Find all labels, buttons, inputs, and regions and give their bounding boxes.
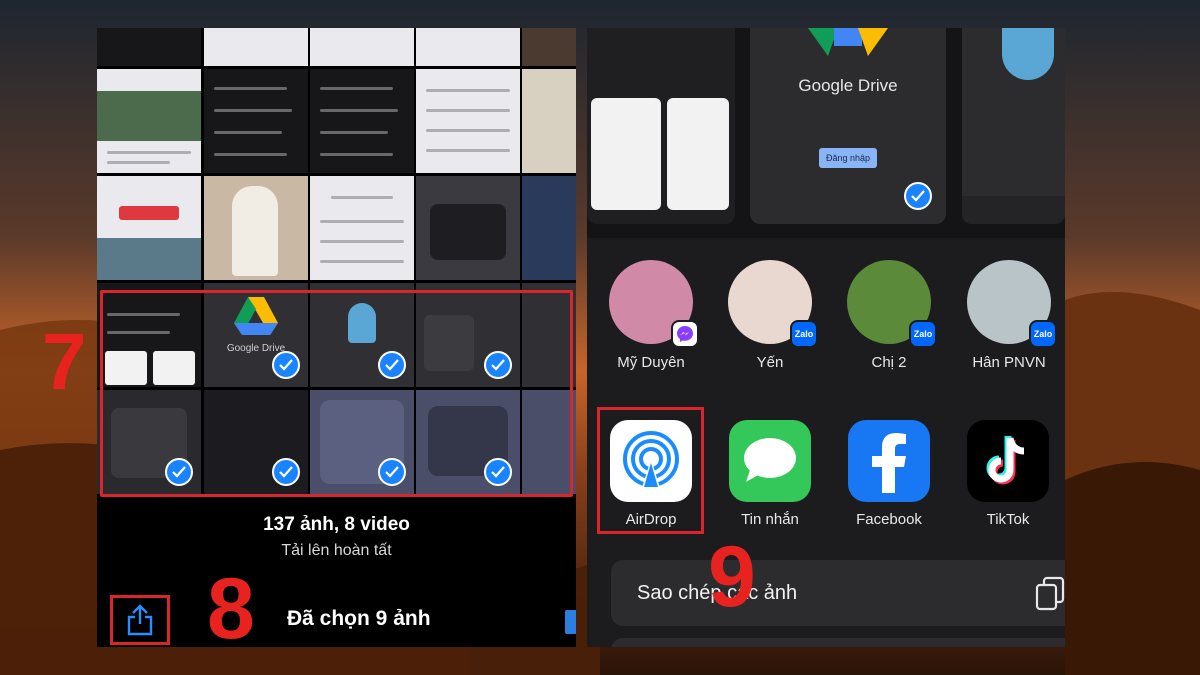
- messenger-icon: [671, 320, 699, 348]
- avatar: [609, 260, 699, 348]
- airdrop-highlight-frame: [597, 407, 704, 534]
- contact-name: Chị 2: [871, 354, 907, 371]
- preview-card-google-drive: Google Drive Đăng nhập: [750, 28, 946, 224]
- photo-thumbnail[interactable]: [204, 69, 308, 173]
- avatar: Zalo: [728, 260, 818, 348]
- photo-thumbnail[interactable]: [522, 69, 576, 173]
- share-contact-my-duyen[interactable]: Mỹ Duyên: [596, 260, 706, 371]
- share-sheet-panel: Google Drive Đăng nhập Mỹ Duyên Zalo Yến…: [587, 28, 1065, 647]
- preview-card: [587, 28, 735, 224]
- avatar: Zalo: [967, 260, 1057, 348]
- zalo-icon: Zalo: [790, 320, 818, 348]
- copy-photos-action[interactable]: Sao chép các ảnh: [611, 560, 1065, 626]
- photo-thumbnail[interactable]: [97, 28, 201, 66]
- share-contact-han-pnvn[interactable]: Zalo Hân PNVN: [954, 260, 1064, 371]
- share-app-tiktok[interactable]: TikTok: [958, 420, 1058, 528]
- photo-thumbnail[interactable]: [97, 69, 201, 173]
- messages-icon: [729, 420, 811, 502]
- photo-thumbnail[interactable]: [310, 69, 414, 173]
- photo-thumbnail[interactable]: [522, 28, 576, 66]
- preview-card: [962, 28, 1065, 224]
- share-icon: [127, 604, 153, 636]
- photo-thumbnail[interactable]: [416, 176, 520, 280]
- photos-app-panel: Google Drive 137 ảnh, 8 video Tải lên ho…: [97, 28, 576, 647]
- google-drive-label: Google Drive: [798, 76, 898, 95]
- tiktok-icon: [967, 420, 1049, 502]
- photo-thumbnail[interactable]: [310, 176, 414, 280]
- app-name: TikTok: [986, 511, 1030, 528]
- photo-thumbnail[interactable]: [204, 176, 308, 280]
- copy-icon: [1035, 576, 1065, 611]
- selected-count-label: Đã chọn 9 ảnh: [287, 607, 431, 630]
- photo-thumbnail[interactable]: [416, 28, 520, 66]
- photo-thumbnail[interactable]: [522, 176, 576, 280]
- share-button[interactable]: [110, 595, 170, 645]
- selection-highlight-frame: [100, 290, 573, 497]
- selected-check-icon: [904, 182, 932, 210]
- share-contact-yen[interactable]: Zalo Yến: [715, 260, 825, 371]
- photo-thumbnail[interactable]: [204, 28, 308, 66]
- share-app-facebook[interactable]: Facebook: [839, 420, 939, 528]
- zalo-icon: Zalo: [909, 320, 937, 348]
- photo-thumbnail[interactable]: [310, 28, 414, 66]
- step-number-8: 8: [207, 561, 255, 657]
- step-number-7: 7: [42, 317, 87, 406]
- contact-name: Hân PNVN: [972, 354, 1046, 371]
- facebook-icon: [848, 420, 930, 502]
- trash-icon[interactable]: [565, 610, 576, 634]
- photo-count-label: 137 ảnh, 8 video: [263, 514, 410, 535]
- next-action-row[interactable]: [611, 638, 1065, 647]
- google-drive-logo: [808, 28, 888, 56]
- contact-name: Mỹ Duyên: [617, 354, 685, 371]
- share-app-messages[interactable]: Tin nhắn: [720, 420, 820, 528]
- app-name: Tin nhắn: [741, 511, 799, 528]
- login-button: Đăng nhập: [819, 148, 877, 168]
- upload-status-label: Tải lên hoàn tất: [281, 542, 392, 559]
- step-number-9: 9: [708, 529, 756, 625]
- avatar: Zalo: [847, 260, 937, 348]
- app-name: Facebook: [856, 511, 922, 528]
- photo-thumbnail[interactable]: [416, 69, 520, 173]
- share-contact-chi-2[interactable]: Zalo Chị 2: [834, 260, 944, 371]
- contact-name: Yến: [756, 354, 784, 371]
- photo-thumbnail[interactable]: [97, 176, 201, 280]
- share-preview-strip: Google Drive Đăng nhập: [587, 28, 1065, 238]
- zalo-icon: Zalo: [1029, 320, 1057, 348]
